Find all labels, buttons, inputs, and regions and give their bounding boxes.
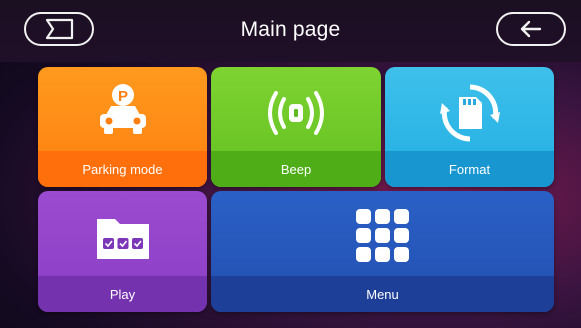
menu-label: Menu [211,276,554,312]
svg-text:P: P [117,88,127,105]
parking-mode-tile[interactable]: P Parking mode [38,67,207,187]
page-title: Main page [240,18,341,41]
sd-card-format-icon [439,84,500,142]
back-arrow-icon [520,20,542,38]
grid-menu-icon [355,209,409,262]
beep-tile[interactable]: Beep [211,67,381,187]
format-label: Format [385,151,554,187]
format-tile[interactable]: Format [385,67,554,187]
play-tile[interactable]: Play [38,191,207,312]
back-button[interactable] [496,12,566,46]
folder-play-icon [96,219,149,259]
play-label: Play [38,276,207,312]
menu-tile[interactable]: Menu [211,191,554,312]
beep-label: Beep [211,151,381,187]
beep-signal-icon [268,91,324,135]
car-parking-icon: P [99,84,146,134]
header-bar: Main page [0,0,581,62]
parking-mode-label: Parking mode [38,151,207,187]
